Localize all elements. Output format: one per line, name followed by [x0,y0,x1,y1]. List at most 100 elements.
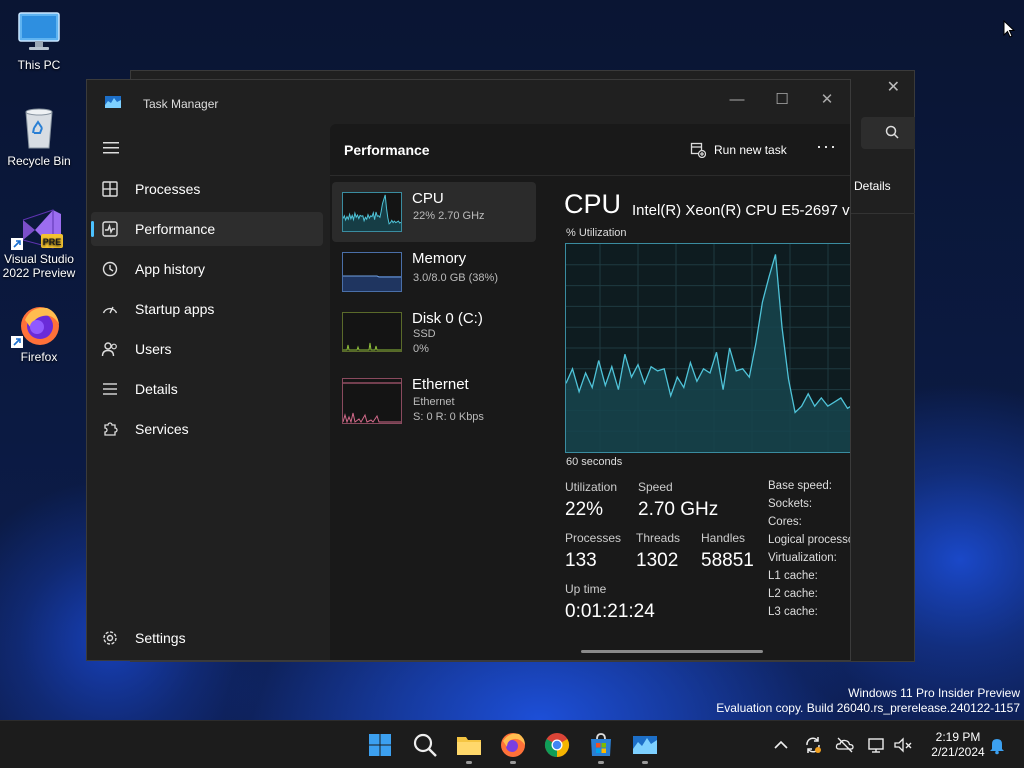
device-stat: Ethernet [413,396,455,408]
network-icon[interactable] [867,735,887,755]
device-name: Ethernet [412,376,469,393]
ethernet-thumbnail-graph [342,378,402,424]
nav-item-users[interactable]: Users [91,332,323,366]
chevron-up-icon[interactable] [771,735,791,755]
desktop-icon-visual-studio[interactable]: PRE Visual Studio 2022 Preview [0,204,78,280]
clock-date: 2/21/2024 [931,745,985,759]
task-manager-icon[interactable] [631,731,659,759]
search-icon[interactable] [411,731,439,759]
device-item-memory[interactable]: Memory 3.0/8.0 GB (38%) [332,242,536,302]
selection-indicator [91,221,94,237]
cpu-model-name: Intel(R) Xeon(R) CPU E5-2697 v [632,202,850,219]
time-span-label: 60 seconds [566,456,623,468]
firefox-icon[interactable] [499,731,527,759]
speedometer-icon [102,306,118,314]
pre-badge-text: PRE [43,237,62,247]
uptime-label: Up time [565,582,607,596]
onedrive-offline-icon[interactable] [835,735,855,755]
microsoft-store-icon[interactable] [587,731,615,759]
spec-label: L3 cache: [768,606,818,618]
spec-label: Virtualization: [768,552,837,564]
device-name: CPU [412,190,444,207]
nav-item-performance[interactable]: Performance [91,212,323,246]
nav-item-details[interactable]: Details [91,372,323,406]
system-clock[interactable]: 2:19 PM 2/21/2024 [918,730,998,760]
disk-thumbnail-graph [342,312,402,352]
device-stat: 22% 2.70 GHz [413,210,485,222]
device-stat: 0% [413,343,429,355]
nav-item-label: Startup apps [135,301,215,317]
search-box[interactable] [861,117,915,149]
hamburger-menu-icon[interactable] [103,142,119,154]
puzzle-icon [104,422,118,436]
file-explorer-icon[interactable] [455,731,483,759]
watermark-build: Evaluation copy. Build 26040.rs_prerelea… [716,701,1020,715]
processes-label: Processes [565,531,622,545]
speaker-muted-icon[interactable] [893,735,913,755]
device-stat: S: 0 R: 0 Kbps [413,411,484,423]
clock-time: 2:19 PM [935,730,981,744]
close-button[interactable]: ✕ [804,86,850,114]
start-button-windows-icon[interactable] [366,731,394,759]
running-indicator [642,761,648,764]
list-icon [103,383,117,395]
task-manager-window[interactable]: Task Manager — ☐ ✕ Processes Performance [86,79,851,661]
cpu-utilization-graph [565,243,850,453]
desktop-icon-label: This PC [17,58,61,72]
page-title: Performance [344,142,430,158]
threads-value: 1302 [636,550,679,571]
gear-icon [103,631,117,645]
task-manager-app-icon [105,96,121,108]
nav-item-settings[interactable]: Settings [91,621,323,655]
nav-item-label: App history [135,261,206,277]
device-name: Disk 0 (C:) [412,310,483,327]
mouse-cursor-icon [1003,20,1015,38]
desktop-icon-label: Firefox [20,350,58,364]
device-item-ethernet[interactable]: Ethernet Ethernet S: 0 R: 0 Kbps [332,362,536,424]
device-stat: SSD [413,328,436,340]
nav-item-label: Processes [135,181,201,197]
handles-value: 58851 [701,550,754,571]
nav-item-startup-apps[interactable]: Startup apps [91,292,323,326]
device-item-disk[interactable]: Disk 0 (C:) SSD 0% [332,302,536,362]
utilization-label: Utilization [565,480,618,494]
nav-item-app-history[interactable]: App history [91,252,323,286]
cpu-usage-area [343,194,401,231]
cpu-usage-area [566,254,850,452]
processes-value: 133 [565,550,597,571]
divider [330,175,850,176]
close-icon[interactable]: ✕ [887,77,900,97]
device-name: Memory [412,250,467,267]
notification-bell-icon[interactable] [987,735,1007,755]
run-new-task-label: Run new task [714,143,787,157]
memory-thumbnail-graph [342,252,402,292]
search-icon [885,125,899,139]
nav-item-processes[interactable]: Processes [91,172,323,206]
running-indicator [510,761,516,764]
running-indicator [598,761,604,764]
horizontal-scrollbar[interactable] [581,650,763,653]
graph-label: % Utilization [566,227,627,239]
navigation-pane: Processes Performance App history Startu… [87,124,329,660]
device-item-cpu[interactable]: CPU 22% 2.70 GHz [332,182,536,242]
speed-value: 2.70 GHz [638,499,719,520]
sync-icon[interactable] [803,735,823,755]
more-options-button[interactable]: ··· [816,136,837,157]
detail-heading: CPU [564,189,622,219]
title-bar[interactable]: Task Manager — ☐ ✕ [87,80,850,124]
spec-label: L2 cache: [768,588,818,600]
utilization-value: 22% [565,499,604,520]
nav-item-services[interactable]: Services [91,412,323,446]
spec-label: Sockets: [768,498,813,510]
chrome-icon[interactable] [543,731,571,759]
recycle-bin-icon [17,106,61,150]
desktop-icon-label: Visual Studio 2022 Preview [2,252,76,280]
maximize-button[interactable]: ☐ [759,86,805,114]
desktop-icon-firefox[interactable]: Firefox [0,302,78,364]
desktop-icon-this-pc[interactable]: This PC [0,10,78,72]
visual-studio-icon: PRE [11,204,63,250]
minimize-button[interactable]: — [714,86,760,114]
desktop-icon-recycle-bin[interactable]: Recycle Bin [0,106,78,168]
desktop-icon-label: Recycle Bin [7,154,71,168]
details-tab[interactable]: Details [854,179,891,193]
